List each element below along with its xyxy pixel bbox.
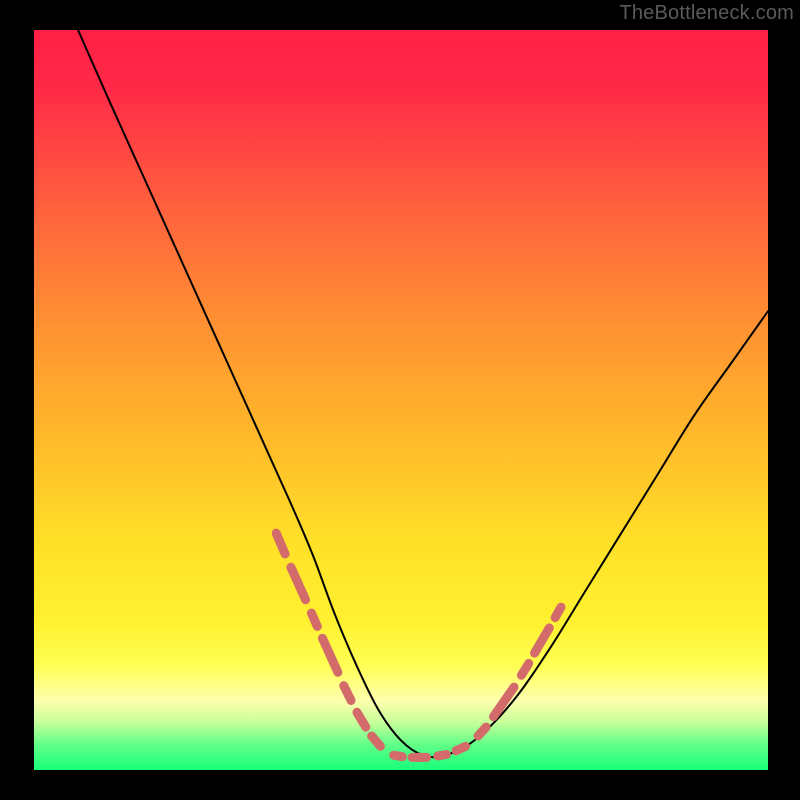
- plot-area: [34, 30, 768, 770]
- emphasis-dash: [478, 727, 486, 736]
- chart-frame: TheBottleneck.com: [0, 0, 800, 800]
- emphasis-dash: [394, 755, 403, 756]
- plot-svg: [34, 30, 768, 770]
- emphasis-dash: [311, 613, 317, 626]
- emphasis-dash: [438, 754, 447, 755]
- watermark-text: TheBottleneck.com: [619, 2, 794, 25]
- gradient-background: [34, 30, 768, 770]
- emphasis-dash: [555, 607, 561, 617]
- emphasis-dash: [521, 663, 528, 675]
- emphasis-dash: [456, 746, 466, 750]
